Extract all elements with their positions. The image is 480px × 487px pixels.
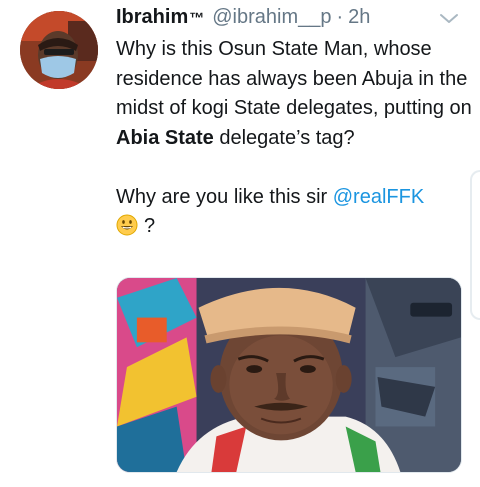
grinning-face-icon: [116, 214, 138, 236]
trademark-symbol: ™: [189, 10, 205, 27]
author-name[interactable]: Ibrahim: [116, 6, 188, 29]
tweet-paragraph-3: ?: [116, 212, 472, 242]
tweet-header: Ibrahim ™ @ibrahim__p · 2h: [116, 6, 370, 34]
tweet-paragraph-1: Why is this Osun State Man, whose reside…: [116, 35, 472, 153]
tweet-text: Why is this Osun State Man, whose reside…: [116, 35, 472, 242]
author-handle[interactable]: @ibrahim__p: [212, 6, 331, 29]
mention-link[interactable]: @realFFK: [333, 186, 424, 208]
photo-image: [117, 278, 461, 472]
avatar[interactable]: [20, 11, 98, 89]
body-text-1: Why is this Osun State Man, whose reside…: [116, 38, 472, 119]
tweet-photo[interactable]: [116, 277, 462, 473]
bold-text: Abia State: [116, 126, 214, 149]
tweet-paragraph-2: Why are you like this sir @realFFK: [116, 183, 472, 213]
chevron-down-icon[interactable]: [438, 12, 460, 26]
separator-dot: ·: [336, 6, 344, 28]
avatar-image: [20, 11, 98, 89]
tweet[interactable]: Ibrahim ™ @ibrahim__p · 2h Why is this Os…: [0, 0, 480, 487]
body-text-4: ?: [144, 215, 156, 237]
timestamp[interactable]: 2h: [348, 6, 370, 29]
body-text-2: delegate’s tag?: [213, 126, 355, 149]
body-text-3: Why are you like this sir: [116, 185, 333, 208]
scroll-edge-indicator: [470, 170, 480, 320]
